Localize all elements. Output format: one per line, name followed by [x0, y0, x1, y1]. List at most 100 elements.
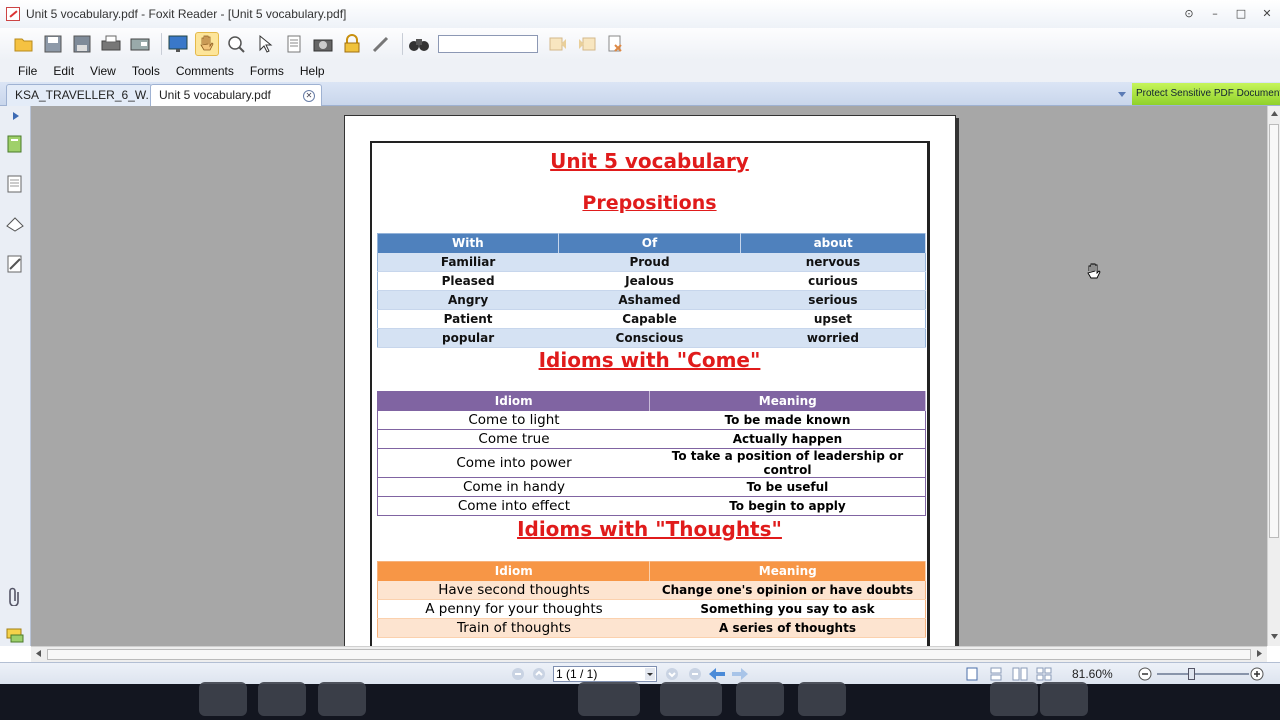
previous-page-icon[interactable] [532, 667, 546, 681]
rms-icon[interactable] [340, 32, 364, 56]
facing-icon[interactable] [1012, 667, 1028, 681]
taskbar-back-icon[interactable] [578, 682, 640, 716]
toolbar [0, 28, 1280, 60]
vertical-scrollbar[interactable] [1267, 106, 1280, 646]
find-options-icon[interactable] [604, 32, 628, 56]
table-row: Have second thoughts Change one's opinion… [377, 580, 926, 600]
menu-bar: File Edit View Tools Comments Forms Help [0, 60, 1280, 82]
find-input[interactable] [438, 35, 538, 53]
taskbar-square-icon[interactable] [990, 682, 1038, 716]
table-row: Train of thoughts A series of thoughts [377, 618, 926, 638]
single-page-icon[interactable] [964, 667, 980, 681]
taskbar [0, 682, 1280, 720]
zoom-slider-track[interactable] [1157, 673, 1249, 675]
table-row: Come to light To be made known [377, 410, 926, 430]
table-cell: Ashamed [558, 290, 741, 310]
tab-ksa-traveller[interactable]: KSA_TRAVELLER_6_W... [6, 84, 156, 106]
find-binoculars-icon[interactable] [407, 32, 431, 56]
menu-file[interactable]: File [18, 64, 37, 78]
scroll-up-icon[interactable] [1271, 111, 1278, 116]
find-prev-icon[interactable] [546, 32, 570, 56]
open-icon[interactable] [12, 32, 36, 56]
document-workspace[interactable]: Unit 5 vocabulary Prepositions With Of a… [31, 106, 1267, 646]
taskbar-home-icon[interactable] [199, 682, 247, 716]
comments-list-icon[interactable] [5, 626, 25, 646]
signatures-icon[interactable] [5, 254, 25, 274]
hand-tool-icon[interactable] [195, 32, 219, 56]
zoom-icon[interactable] [224, 32, 248, 56]
zoom-level[interactable]: 81.60% [1072, 667, 1113, 681]
vertical-scroll-thumb[interactable] [1269, 124, 1279, 538]
menu-comments[interactable]: Comments [176, 64, 234, 78]
menu-help[interactable]: Help [300, 64, 325, 78]
page-number-input[interactable]: 1 (1 / 1) [553, 666, 657, 682]
menu-edit[interactable]: Edit [53, 64, 74, 78]
save-icon[interactable] [41, 32, 65, 56]
horizontal-scrollbar[interactable] [31, 646, 1267, 662]
taskbar-shape-icon[interactable] [1040, 682, 1088, 716]
taskbar-pen-icon[interactable] [258, 682, 306, 716]
table-cell: nervous [740, 252, 926, 272]
scroll-down-icon[interactable] [1271, 634, 1278, 639]
fullscreen-icon[interactable] [166, 32, 190, 56]
layers-icon[interactable] [5, 214, 25, 234]
select-arrow-icon[interactable] [253, 32, 277, 56]
taskbar-forward-icon[interactable] [660, 682, 722, 716]
zoom-slider-thumb[interactable] [1188, 668, 1195, 680]
close-button[interactable]: ✕ [1254, 4, 1280, 22]
zoom-in-icon[interactable] [1250, 667, 1264, 681]
tab-unit5-vocabulary[interactable]: Unit 5 vocabulary.pdf ✕ [150, 84, 322, 106]
continuous-icon[interactable] [988, 667, 1004, 681]
horizontal-scroll-thumb[interactable] [47, 649, 1251, 660]
go-forward-icon[interactable] [732, 668, 748, 680]
table-cell: Change one's opinion or have doubts [649, 580, 926, 600]
table-cell: A series of thoughts [649, 618, 926, 638]
snapshot-icon[interactable] [311, 32, 335, 56]
zoom-out-icon[interactable] [1138, 667, 1152, 681]
table-cell: Conscious [558, 328, 741, 348]
table-row: Come in handy To be useful [377, 477, 926, 497]
table-cell: Actually happen [649, 429, 926, 449]
text-select-icon[interactable] [282, 32, 306, 56]
first-page-icon[interactable] [511, 667, 525, 681]
scroll-right-icon[interactable] [1257, 650, 1262, 657]
table-header-row: Idiom Meaning [377, 561, 926, 581]
taskbar-chat-icon[interactable] [798, 682, 846, 716]
table-cell: To take a position of leadership or cont… [649, 448, 926, 478]
toolbar-separator [402, 33, 403, 55]
scroll-left-icon[interactable] [36, 650, 41, 657]
tool-icon[interactable] [369, 32, 393, 56]
table-row: Come into power To take a position of lea… [377, 448, 926, 478]
save-as-icon[interactable] [70, 32, 94, 56]
menu-forms[interactable]: Forms [250, 64, 284, 78]
print-icon[interactable] [99, 32, 123, 56]
tab-list-dropdown-icon[interactable] [1118, 92, 1126, 97]
column-header: about [740, 233, 926, 253]
navigation-panel [0, 106, 31, 646]
close-tab-icon[interactable]: ✕ [303, 90, 315, 102]
bookmarks-icon[interactable] [5, 134, 25, 154]
table-cell: Patient [377, 309, 559, 329]
page-dropdown-icon[interactable] [645, 668, 655, 680]
promo-banner[interactable]: Protect Sensitive PDF Documents [1132, 83, 1280, 105]
menu-tools[interactable]: Tools [132, 64, 160, 78]
go-back-icon[interactable] [709, 668, 725, 680]
next-page-icon[interactable] [665, 667, 679, 681]
restore-app-icon[interactable]: ⊙ [1176, 4, 1202, 22]
print-preview-icon[interactable] [128, 32, 152, 56]
continuous-facing-icon[interactable] [1036, 667, 1052, 681]
menu-view[interactable]: View [90, 64, 116, 78]
taskbar-book-icon[interactable] [318, 682, 366, 716]
pages-icon[interactable] [5, 174, 25, 194]
last-page-icon[interactable] [688, 667, 702, 681]
find-next-icon[interactable] [575, 32, 599, 56]
table-cell: Come in handy [377, 477, 650, 497]
hand-cursor-icon [1087, 263, 1101, 279]
toolbar-separator [161, 33, 162, 55]
minimize-button[interactable]: – [1202, 4, 1228, 22]
table-row: popular Conscious worried [377, 328, 926, 348]
taskbar-app-icon[interactable] [736, 682, 784, 716]
attachments-icon[interactable] [5, 586, 25, 606]
column-header: Of [558, 233, 742, 253]
maximize-button[interactable]: □ [1228, 4, 1254, 22]
